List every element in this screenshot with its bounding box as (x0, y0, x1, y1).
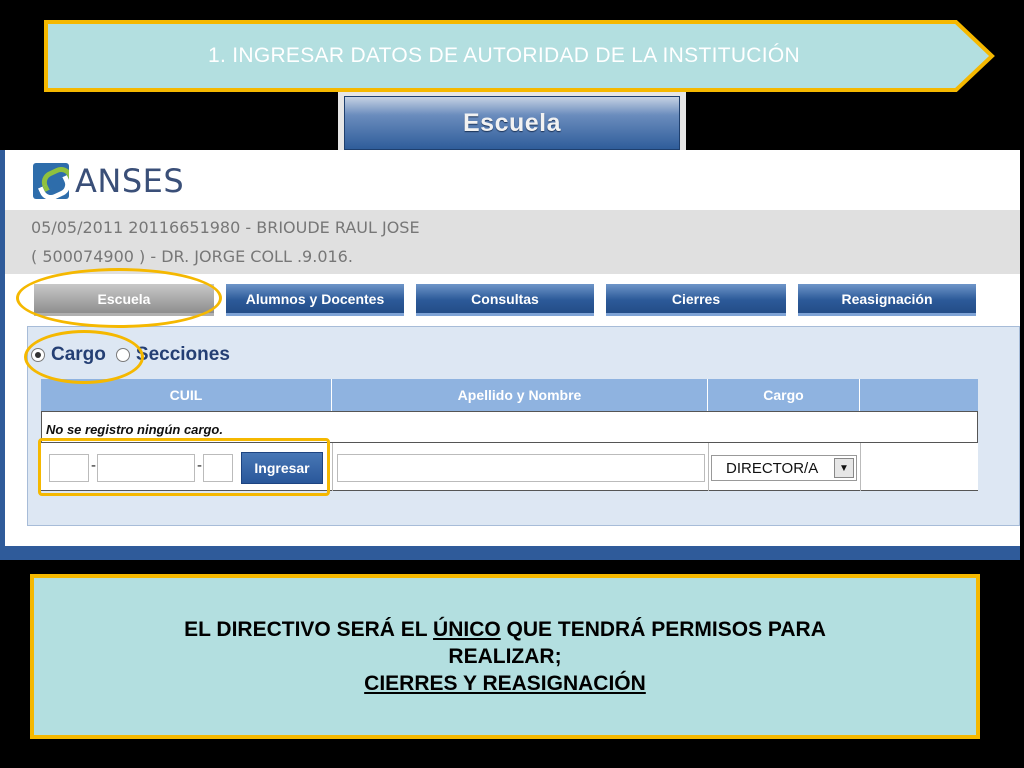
column-header-actions (860, 379, 978, 411)
note-text: QUE TENDRÁ PERMISOS PARA (500, 618, 826, 641)
section-header: Escuela (338, 92, 686, 154)
instruction-note: EL DIRECTIVO SERÁ EL ÚNICO QUE TENDRÁ PE… (30, 574, 980, 739)
tab-alumnos-docentes[interactable]: Alumnos y Docentes (226, 284, 404, 316)
radio-secciones-label[interactable]: Secciones (136, 344, 230, 366)
highlight-cargo-radio (24, 330, 144, 384)
user-info-line-2: ( 500074900 ) - DR. JORGE COLL .9.016. (31, 247, 353, 266)
highlight-escuela-tab (16, 268, 222, 328)
cargo-select-value: DIRECTOR/A (726, 459, 819, 477)
user-info-line-1: 05/05/2011 20116651980 - BRIOUDE RAUL JO… (31, 218, 420, 237)
chevron-down-icon[interactable]: ▼ (834, 458, 854, 478)
tab-consultas[interactable]: Consultas (416, 284, 594, 316)
column-divider (860, 443, 861, 491)
apellido-nombre-input[interactable] (337, 454, 705, 482)
cargo-select[interactable]: DIRECTOR/A ▼ (711, 455, 857, 481)
tab-reasignacion[interactable]: Reasignación (798, 284, 976, 316)
column-divider (332, 443, 333, 491)
bottom-strip (5, 546, 1020, 560)
instruction-text: EL DIRECTIVO SERÁ EL ÚNICO QUE TENDRÁ PE… (184, 616, 826, 697)
section-header-label: Escuela (344, 96, 680, 150)
app-panel: ANSES 05/05/2011 20116651980 - BRIOUDE R… (0, 150, 1020, 560)
banner-title: 1. INGRESAR DATOS DE AUTORIDAD DE LA INS… (207, 44, 800, 67)
note-text: REALIZAR; (448, 645, 562, 668)
note-text: EL DIRECTIVO SERÁ EL (184, 618, 434, 641)
tab-cierres[interactable]: Cierres (606, 284, 786, 316)
anses-logo: ANSES (33, 162, 184, 200)
note-emphasis: ÚNICO (433, 618, 501, 641)
highlight-cuil-entry (38, 438, 330, 496)
anses-logo-icon (33, 163, 69, 199)
column-divider (708, 443, 709, 491)
column-header-cargo: Cargo (708, 379, 860, 411)
note-emphasis: CIERRES Y REASIGNACIÓN (364, 672, 646, 695)
logo-text: ANSES (75, 162, 185, 200)
column-header-apellido-nombre: Apellido y Nombre (332, 379, 708, 411)
user-info-bar: 05/05/2011 20116651980 - BRIOUDE RAUL JO… (5, 210, 1020, 274)
step-banner: 1. INGRESAR DATOS DE AUTORIDAD DE LA INS… (44, 20, 996, 92)
